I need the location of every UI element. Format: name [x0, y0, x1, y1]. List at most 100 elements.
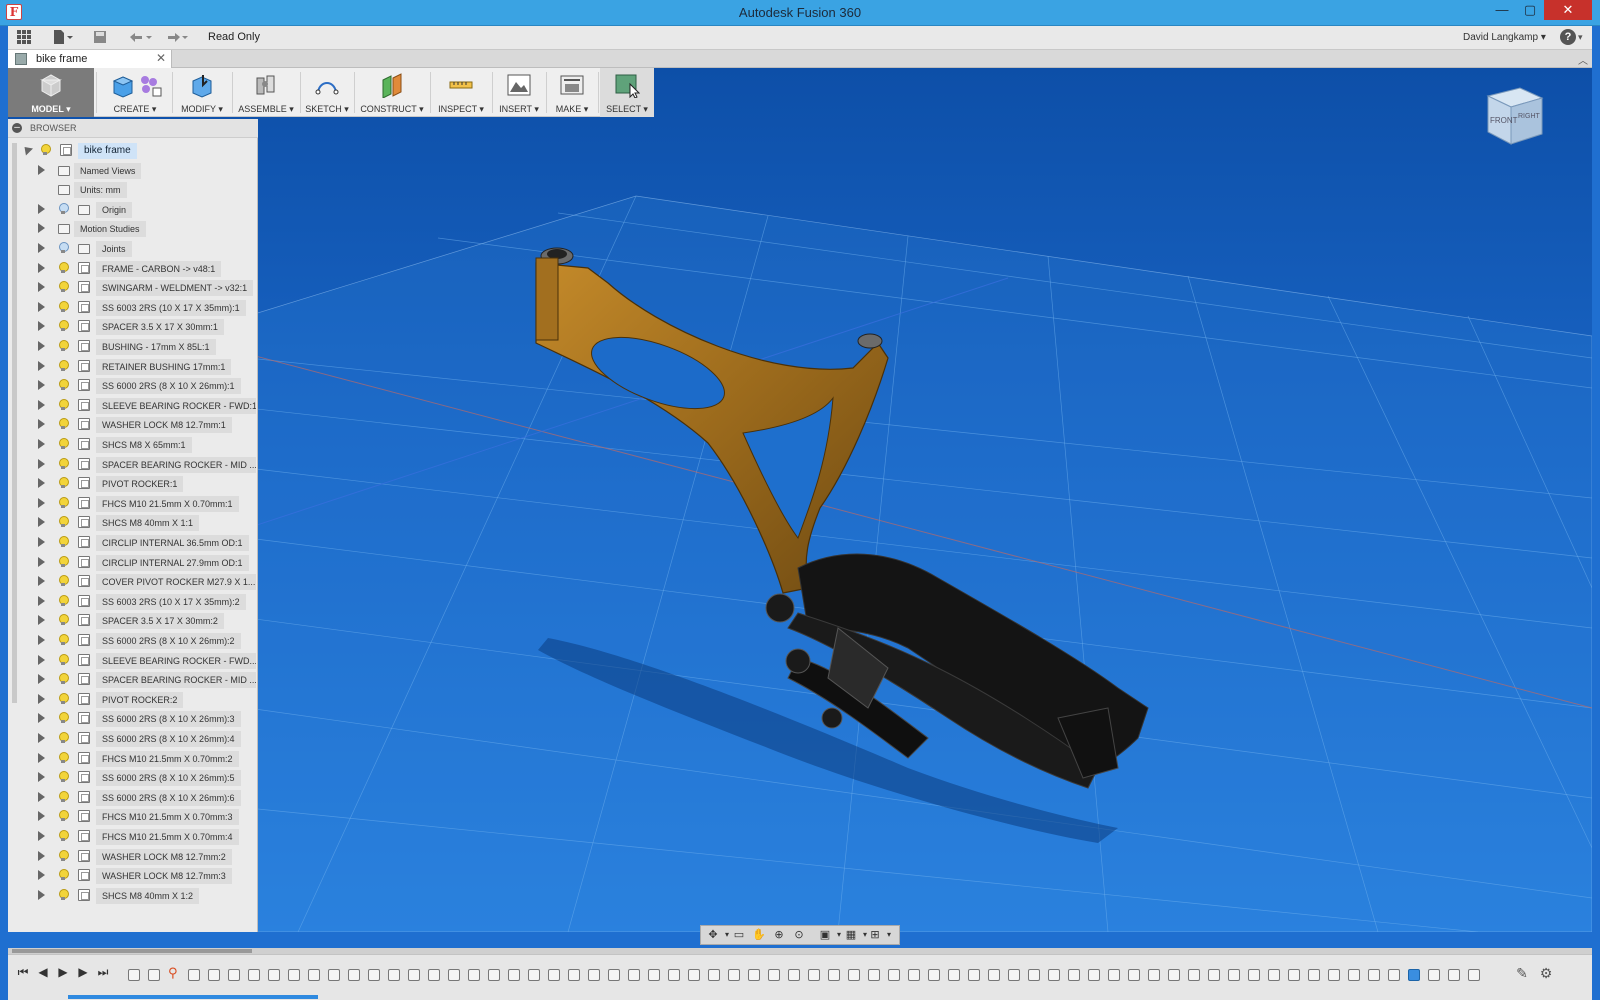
timeline-feature-icon[interactable] [468, 969, 480, 981]
browser-node[interactable]: SHCS M8 40mm X 1:2 [8, 886, 258, 906]
expand-triangle-icon[interactable] [38, 537, 45, 547]
construct-menu-button[interactable]: CONSTRUCT ▾ [356, 68, 428, 117]
expand-triangle-icon[interactable] [38, 360, 45, 371]
visibility-bulb-icon[interactable] [58, 398, 69, 411]
expand-triangle-icon[interactable] [38, 203, 45, 214]
timeline-feature-icon[interactable] [688, 969, 700, 981]
expand-triangle-icon[interactable] [38, 380, 45, 391]
visibility-bulb-icon[interactable] [58, 673, 69, 685]
fit-icon[interactable]: ⊙ [791, 928, 807, 942]
expand-triangle-icon[interactable] [38, 674, 45, 685]
browser-node[interactable]: RETAINER BUSHING 17mm:1 [8, 357, 258, 377]
expand-triangle-icon[interactable] [38, 713, 45, 724]
user-account-menu[interactable]: David Langkamp ▾ [1463, 32, 1546, 43]
visibility-bulb-icon[interactable] [40, 144, 51, 156]
visibility-bulb-icon[interactable] [58, 732, 69, 744]
visibility-bulb-icon[interactable] [58, 340, 69, 352]
browser-node[interactable]: FHCS M10 21.5mm X 0.70mm:3 [8, 807, 258, 827]
expand-triangle-icon[interactable] [38, 733, 45, 743]
timeline-feature-icon[interactable] [928, 969, 940, 981]
browser-node[interactable]: COVER PIVOT ROCKER M27.9 X 1... [8, 572, 258, 592]
go-to-end-icon[interactable]: ⏭ [96, 965, 110, 979]
expand-triangle-icon[interactable] [38, 870, 45, 881]
timeline-marker-icon[interactable]: ✎ [1514, 965, 1530, 981]
browser-node[interactable]: Named Views [8, 161, 258, 181]
timeline-feature-icon[interactable] [508, 969, 520, 981]
visibility-bulb-icon[interactable] [58, 281, 69, 293]
timeline-feature-icon[interactable] [1108, 969, 1120, 981]
browser-node[interactable]: CIRCLIP INTERNAL 27.9mm OD:1 [8, 553, 258, 573]
visibility-bulb-icon[interactable] [58, 379, 69, 391]
browser-node[interactable]: Joints [8, 239, 258, 259]
browser-node[interactable]: BUSHING - 17mm X 85L:1 [8, 337, 258, 357]
browser-node[interactable]: SS 6000 2RS (8 X 10 X 26mm):4 [8, 729, 258, 749]
browser-node[interactable]: WASHER LOCK M8 12.7mm:1 [8, 415, 258, 435]
browser-node[interactable]: SS 6000 2RS (8 X 10 X 26mm):1 [8, 376, 258, 396]
expand-triangle-icon[interactable] [38, 301, 45, 312]
undo-icon[interactable] [126, 29, 154, 47]
browser-node[interactable]: SS 6000 2RS (8 X 10 X 26mm):3 [8, 709, 258, 729]
modify-menu-button[interactable]: MODIFY ▾ [174, 68, 230, 117]
expand-triangle-icon[interactable] [38, 164, 45, 175]
browser-node[interactable]: SLEEVE BEARING ROCKER - FWD:1 [8, 396, 258, 416]
timeline-feature-icon[interactable] [1288, 969, 1300, 981]
timeline-feature-icon[interactable] [868, 969, 880, 981]
expand-triangle-icon[interactable] [38, 772, 45, 783]
browser-node[interactable]: PIVOT ROCKER:1 [8, 474, 258, 494]
visibility-bulb-icon[interactable] [58, 320, 69, 332]
timeline-feature-icon[interactable] [1408, 969, 1420, 981]
visibility-bulb-icon[interactable] [58, 751, 69, 764]
timeline-feature-icon[interactable] [208, 969, 220, 981]
visibility-bulb-icon[interactable] [58, 457, 69, 470]
viewports-caret-icon[interactable]: ▾ [881, 928, 897, 942]
minimize-button[interactable]: — [1488, 0, 1516, 20]
timeline-feature-icon[interactable] [1328, 969, 1340, 981]
browser-node[interactable]: SHCS M8 40mm X 1:1 [8, 513, 258, 533]
timeline-feature-icon[interactable] [808, 969, 820, 981]
timeline-feature-icon[interactable] [1148, 969, 1160, 981]
step-back-icon[interactable]: ◀ [36, 965, 50, 979]
expand-triangle-icon[interactable] [38, 791, 45, 802]
timeline-feature-icon[interactable] [548, 969, 560, 981]
browser-node[interactable]: SS 6000 2RS (8 X 10 X 26mm):2 [8, 631, 258, 651]
timeline-feature-icon[interactable] [1168, 969, 1180, 981]
close-tab-icon[interactable]: ✕ [156, 51, 166, 65]
help-icon[interactable]: ? [1560, 29, 1576, 45]
collapse-browser-icon[interactable]: – [12, 123, 22, 133]
browser-node[interactable]: SWINGARM - WELDMENT -> v32:1 [8, 278, 258, 298]
visibility-bulb-icon[interactable] [58, 888, 69, 901]
timeline-feature-icon[interactable] [268, 969, 280, 981]
expand-triangle-icon[interactable] [38, 399, 45, 410]
browser-node[interactable]: Origin [8, 200, 258, 220]
timeline-joint-icon[interactable]: ⚲ [168, 965, 180, 980]
timeline-feature-icon[interactable] [1368, 969, 1380, 981]
visibility-bulb-icon[interactable] [58, 810, 69, 822]
visibility-bulb-icon[interactable] [58, 359, 69, 372]
browser-node[interactable]: FHCS M10 21.5mm X 0.70mm:2 [8, 749, 258, 769]
timeline-feature-icon[interactable] [128, 969, 140, 981]
timeline-feature-icon[interactable] [488, 969, 500, 981]
browser-node[interactable]: SPACER 3.5 X 17 X 30mm:2 [8, 611, 258, 631]
expand-triangle-icon[interactable] [38, 497, 45, 508]
timeline-feature-icon[interactable] [248, 969, 260, 981]
timeline-feature-icon[interactable] [668, 969, 680, 981]
timeline-feature-icon[interactable] [348, 969, 360, 981]
browser-node[interactable]: WASHER LOCK M8 12.7mm:3 [8, 866, 258, 886]
expand-triangle-icon[interactable] [38, 595, 45, 606]
timeline-feature-icon[interactable] [1448, 969, 1460, 981]
visibility-bulb-icon[interactable] [58, 849, 69, 862]
browser-node[interactable]: Motion Studies [8, 219, 258, 239]
go-to-start-icon[interactable]: ⏮ [16, 965, 30, 979]
visibility-bulb-icon[interactable] [58, 477, 69, 489]
timeline-feature-icon[interactable] [1008, 969, 1020, 981]
file-icon[interactable] [52, 29, 74, 47]
timeline-feature-icon[interactable] [1028, 969, 1040, 981]
expand-triangle-icon[interactable] [38, 576, 45, 587]
expand-triangle-icon[interactable] [38, 478, 45, 489]
timeline-feature-icon[interactable] [1308, 969, 1320, 981]
browser-node[interactable]: CIRCLIP INTERNAL 36.5mm OD:1 [8, 533, 258, 553]
apps-grid-icon[interactable] [16, 29, 32, 47]
visibility-bulb-icon[interactable] [58, 771, 69, 783]
browser-node[interactable]: SS 6000 2RS (8 X 10 X 26mm):6 [8, 788, 258, 808]
timeline-feature-icon[interactable] [328, 969, 340, 981]
